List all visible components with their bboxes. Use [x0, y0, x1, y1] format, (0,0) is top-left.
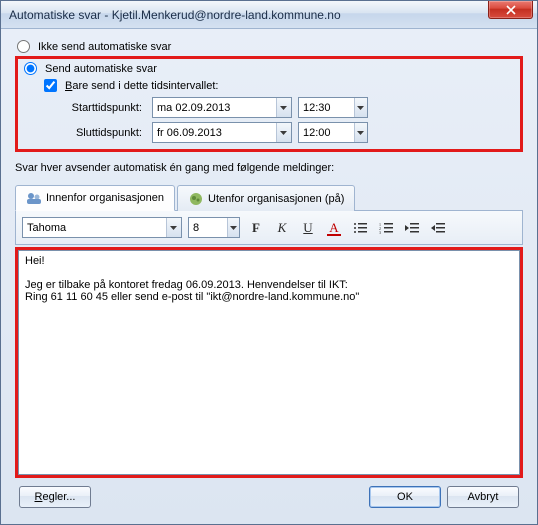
italic-button[interactable]: K — [272, 218, 292, 238]
font-combo[interactable] — [22, 217, 182, 238]
people-icon — [26, 190, 42, 206]
indent-button[interactable] — [428, 218, 448, 238]
send-settings-highlight: Send automatiske svar Bare send i dette … — [15, 56, 523, 152]
end-time-input[interactable] — [299, 125, 354, 141]
close-button[interactable] — [488, 1, 533, 19]
tabstrip: Innenfor organisasjonen Utenfor organisa… — [15, 184, 523, 211]
button-bar: Regler... OK Avbryt — [15, 478, 523, 514]
chevron-down-icon[interactable] — [166, 218, 181, 237]
titlebar[interactable]: Automatiske svar - Kjetil.Menkerud@nordr… — [1, 1, 537, 29]
chevron-down-icon[interactable] — [354, 98, 367, 117]
rules-button[interactable]: Regler... — [19, 486, 91, 508]
start-time-input[interactable] — [299, 100, 354, 116]
chevron-down-icon[interactable] — [354, 123, 367, 142]
font-input[interactable] — [23, 220, 166, 236]
interval-checkbox-row[interactable]: Bare send i dette tidsintervallet: — [42, 78, 516, 93]
svg-text:3: 3 — [379, 230, 381, 234]
radio-dont-send-label: Ikke send automatiske svar — [38, 41, 171, 53]
editor-highlight: Hei! Jeg er tilbake på kontoret fredag 0… — [15, 247, 523, 478]
instruction-text: Svar hver avsender automatisk én gang me… — [15, 162, 523, 174]
start-date-combo[interactable] — [152, 97, 292, 118]
start-date-input[interactable] — [153, 100, 276, 116]
radio-send-input[interactable] — [24, 62, 37, 75]
dialog-window: Automatiske svar - Kjetil.Menkerud@nordr… — [0, 0, 538, 525]
cancel-button[interactable]: Avbryt — [447, 486, 519, 508]
radio-dont-send[interactable]: Ikke send automatiske svar — [15, 39, 523, 54]
size-input[interactable] — [189, 220, 227, 236]
window-title: Automatiske svar - Kjetil.Menkerud@nordr… — [9, 8, 341, 22]
end-label: Sluttidspunkt: — [52, 127, 142, 139]
globe-people-icon — [188, 191, 204, 207]
numbered-list-button[interactable]: 123 — [376, 218, 396, 238]
radio-send-label: Send automatiske svar — [45, 63, 157, 75]
end-date-input[interactable] — [153, 125, 276, 141]
tab-outside-label: Utenfor organisasjonen (på) — [208, 193, 344, 205]
size-combo[interactable] — [188, 217, 240, 238]
radio-dont-send-input[interactable] — [17, 40, 30, 53]
start-time-combo[interactable] — [298, 97, 368, 118]
radio-send[interactable]: Send automatiske svar — [22, 61, 516, 76]
end-date-combo[interactable] — [152, 122, 292, 143]
start-label: Starttidspunkt: — [52, 102, 142, 114]
tab-outside-org[interactable]: Utenfor organisasjonen (på) — [177, 185, 355, 211]
chevron-down-icon[interactable] — [227, 218, 239, 237]
font-color-button[interactable]: A — [324, 218, 344, 238]
interval-checkbox-label: Bare send i dette tidsintervallet: — [65, 80, 218, 92]
outdent-button[interactable] — [402, 218, 422, 238]
tab-inside-label: Innenfor organisasjonen — [46, 192, 164, 204]
format-toolbar: F K U A 123 — [15, 211, 523, 245]
start-row: Starttidspunkt: — [52, 97, 516, 118]
bullet-list-button[interactable] — [350, 218, 370, 238]
tab-inside-org[interactable]: Innenfor organisasjonen — [15, 185, 175, 211]
interval-checkbox[interactable] — [44, 79, 57, 92]
end-time-combo[interactable] — [298, 122, 368, 143]
underline-button[interactable]: U — [298, 218, 318, 238]
chevron-down-icon[interactable] — [276, 98, 291, 117]
bold-button[interactable]: F — [246, 218, 266, 238]
message-editor[interactable]: Hei! Jeg er tilbake på kontoret fredag 0… — [18, 250, 520, 475]
end-row: Sluttidspunkt: — [52, 122, 516, 143]
chevron-down-icon[interactable] — [276, 123, 291, 142]
ok-button[interactable]: OK — [369, 486, 441, 508]
